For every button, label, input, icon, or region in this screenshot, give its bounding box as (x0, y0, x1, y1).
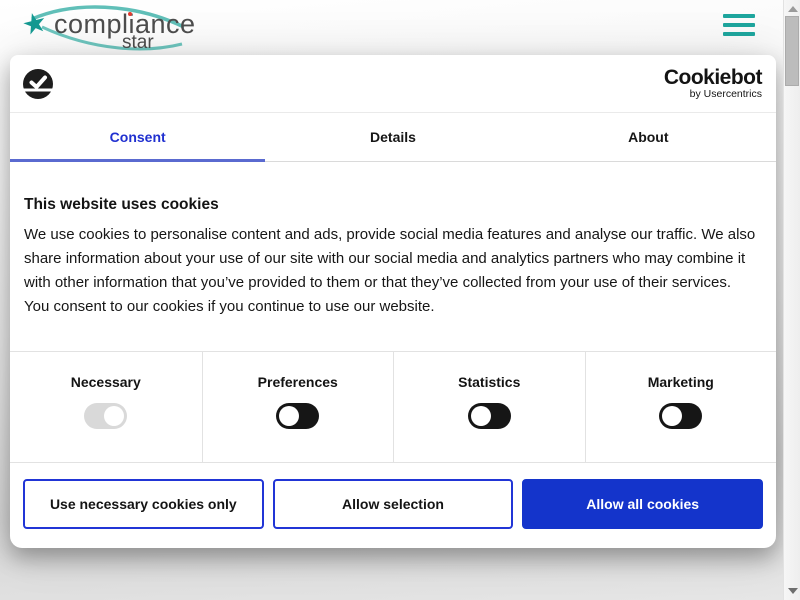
menu-button[interactable] (723, 14, 755, 40)
tab-consent[interactable]: Consent (10, 113, 266, 162)
category-marketing: Marketing (584, 352, 777, 462)
category-label: Preferences (257, 374, 338, 390)
toggle-preferences[interactable] (276, 403, 320, 429)
cookiebot-brand: Cookiebot by Usercentrics (663, 66, 763, 101)
toggle-knob (662, 406, 683, 426)
cookie-consent-dialog: Cookiebot by Usercentrics Consent Detail… (10, 55, 776, 548)
use-necessary-cookies-button[interactable]: Use necessary cookies only (23, 479, 264, 529)
category-label: Statistics (458, 374, 521, 390)
toggle-knob (470, 406, 491, 426)
cookie-description: We use cookies to personalise content an… (24, 226, 756, 315)
category-statistics: Statistics (393, 352, 585, 462)
toggle-knob (279, 406, 300, 426)
cookie-categories: Necessary Preferences Statistics Marketi… (10, 351, 776, 463)
toggle-necessary (84, 403, 128, 429)
tab-details[interactable]: Details (265, 113, 520, 161)
category-label: Marketing (647, 374, 714, 390)
site-header: ★ compliance star (0, 0, 783, 55)
hamburger-icon (723, 14, 755, 18)
scroll-up-icon[interactable] (788, 6, 798, 12)
toggle-knob (104, 406, 125, 426)
dialog-tabs: Consent Details About (10, 113, 776, 162)
toggle-statistics[interactable] (467, 403, 511, 429)
cookiebot-byline: by Usercentrics (689, 88, 762, 101)
tab-about[interactable]: About (521, 113, 776, 161)
cookiebot-logo-icon (22, 68, 54, 99)
category-necessary: Necessary (10, 352, 202, 462)
consent-buttons: Use necessary cookies only Allow selecti… (23, 479, 764, 529)
brand-subname: star (122, 32, 154, 53)
dialog-header: Cookiebot by Usercentrics (10, 55, 776, 113)
toggle-marketing[interactable] (659, 403, 703, 429)
active-tab-indicator (10, 159, 266, 162)
scrollbar-thumb[interactable] (785, 16, 799, 86)
category-preferences: Preferences (201, 352, 394, 462)
brand-i-dot (128, 12, 132, 16)
cookiebot-wordmark: Cookiebot (663, 66, 763, 90)
compliance-star-logo: ★ compliance star (14, 3, 195, 55)
page-scrollbar[interactable] (783, 0, 800, 600)
category-label: Necessary (70, 374, 141, 390)
allow-selection-button[interactable]: Allow selection (272, 479, 514, 529)
allow-all-cookies-button[interactable]: Allow all cookies (522, 479, 764, 529)
cookie-title: This website uses cookies (24, 196, 219, 213)
scroll-down-icon[interactable] (788, 588, 798, 594)
